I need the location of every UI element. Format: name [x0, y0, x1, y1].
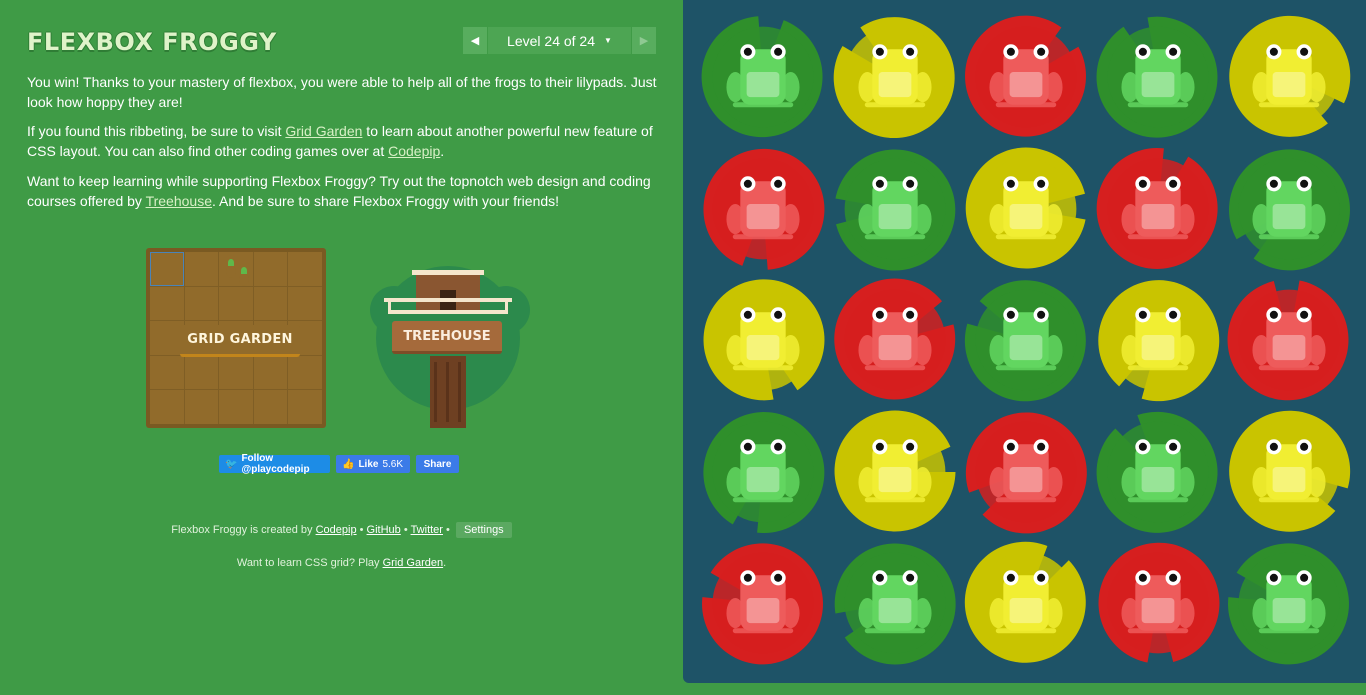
level-indicator[interactable]: Level 24 of 24 ▼	[488, 27, 631, 54]
lilypad-green	[1229, 148, 1350, 270]
garden-soil-grid: GRID GARDEN	[150, 252, 322, 424]
win-message: You win! Thanks to your mastery of flexb…	[27, 72, 662, 112]
level-label: Level 24 of 24	[507, 32, 596, 49]
lilypad-green	[964, 280, 1086, 402]
grid-garden-footer-link[interactable]: Grid Garden	[383, 557, 444, 569]
lilypad-green	[701, 16, 823, 138]
message-text: .	[440, 143, 445, 159]
treehouse-message: Want to keep learning while supporting F…	[27, 171, 662, 211]
message-text: If you found this ribbeting, be sure to …	[27, 123, 286, 139]
level-navigation: ◀ Level 24 of 24 ▼ ▶	[463, 27, 656, 54]
learn-grid-text: .	[443, 557, 447, 569]
lilypad-green	[703, 411, 825, 533]
settings-button[interactable]: Settings	[455, 522, 512, 538]
codepip-link[interactable]: Codepip	[388, 143, 440, 159]
lilypad-yellow	[1229, 410, 1351, 532]
lilypad-yellow	[834, 410, 955, 531]
app-title: FLEXBOX FROGGY	[27, 28, 277, 56]
learn-grid-text: Want to learn CSS grid? Play	[236, 557, 383, 569]
twitter-link[interactable]: Twitter	[411, 524, 443, 536]
water-tile-icon	[150, 252, 184, 286]
social-buttons: 🐦 Follow @playcodepip 👍 Like 5.6K Share	[219, 453, 459, 475]
share-label: Share	[423, 458, 452, 470]
credits-text: Flexbox Froggy is created by	[171, 524, 316, 536]
treehouse-promo[interactable]: TREEHOUSE	[356, 252, 536, 428]
treehouse-link[interactable]: Treehouse	[146, 193, 212, 209]
lilypad-red	[1096, 147, 1218, 269]
lilypad-yellow	[964, 541, 1086, 663]
triangle-right-icon: ▶	[639, 35, 649, 47]
lilypad-yellow	[833, 17, 955, 139]
next-level-button[interactable]: ▶	[632, 27, 656, 54]
codepip-footer-link[interactable]: Codepip	[316, 524, 357, 536]
triangle-left-icon: ◀	[470, 35, 480, 47]
lilypad-red	[1227, 280, 1349, 401]
lilypad-red	[703, 148, 825, 270]
caret-down-icon: ▼	[604, 36, 612, 45]
twitter-bird-icon: 🐦	[225, 458, 238, 470]
lilypad-red	[702, 543, 823, 665]
win-message-text: You win! Thanks to your mastery of flexb…	[27, 74, 657, 110]
like-count: 5.6K	[382, 458, 404, 470]
grid-garden-promo[interactable]: GRID GARDEN	[146, 248, 326, 428]
lilypad-red	[1098, 542, 1219, 663]
lilypad-yellow	[1097, 280, 1219, 402]
learn-grid-note: Want to learn CSS grid? Play Grid Garden…	[0, 557, 683, 569]
lilypad-green	[1096, 411, 1218, 533]
facebook-like-button[interactable]: 👍 Like 5.6K	[336, 455, 410, 473]
grid-garden-label: GRID GARDEN	[180, 325, 300, 357]
grid-garden-link[interactable]: Grid Garden	[285, 123, 362, 139]
lilypad-yellow	[703, 279, 825, 401]
lilypad-yellow	[1229, 15, 1351, 137]
lilypad-green	[834, 149, 955, 270]
github-link[interactable]: GitHub	[367, 524, 401, 536]
lilypad-yellow	[965, 147, 1086, 268]
previous-level-button[interactable]: ◀	[463, 27, 487, 54]
instructions-panel: FLEXBOX FROGGY ◀ Level 24 of 24 ▼ ▶ You …	[0, 0, 683, 695]
lilypad-red	[965, 411, 1087, 533]
lilypad-red	[965, 15, 1086, 137]
treehouse-label: TREEHOUSE	[392, 321, 502, 354]
twitter-follow-label: Follow @playcodepip	[241, 453, 310, 475]
lilypad-green	[834, 543, 956, 665]
message-text: . And be sure to share Flexbox Froggy wi…	[211, 193, 560, 209]
pond-board	[683, 0, 1366, 683]
lilypad-red	[833, 278, 955, 400]
twitter-follow-button[interactable]: 🐦 Follow @playcodepip	[219, 453, 330, 475]
credits: Flexbox Froggy is created by Codepip • G…	[0, 522, 683, 538]
grid-garden-message: If you found this ribbeting, be sure to …	[27, 121, 662, 161]
facebook-share-button[interactable]: Share	[416, 455, 459, 473]
lilypad-green	[1096, 16, 1217, 138]
lilypad-green	[1228, 543, 1349, 665]
like-label: Like	[358, 458, 379, 470]
thumbs-up-icon: 👍	[342, 458, 355, 470]
